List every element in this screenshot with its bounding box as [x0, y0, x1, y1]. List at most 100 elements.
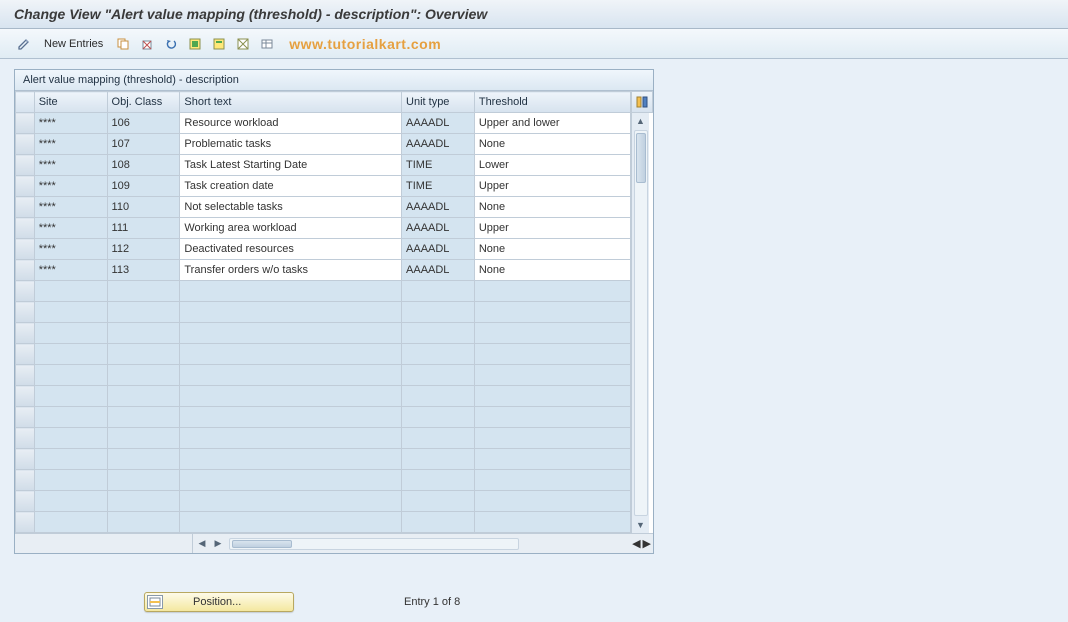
column-config-icon[interactable] — [631, 91, 653, 113]
row-selector[interactable] — [16, 281, 35, 302]
col-threshold[interactable]: Threshold — [474, 92, 630, 113]
scroll-left2-icon[interactable]: ◀ — [632, 537, 640, 550]
cell-short-text[interactable]: Resource workload — [180, 113, 402, 134]
cell-site: **** — [34, 134, 107, 155]
row-selector[interactable] — [16, 323, 35, 344]
row-selector[interactable] — [16, 239, 35, 260]
scroll-left-icon[interactable]: ◀ — [195, 537, 209, 551]
cell-obj-class: 107 — [107, 134, 180, 155]
col-unit-type[interactable]: Unit type — [402, 92, 475, 113]
table-row[interactable]: ****113Transfer orders w/o tasksAAAADLNo… — [16, 260, 631, 281]
cell-threshold[interactable]: Upper and lower — [474, 113, 630, 134]
scroll-right-icon[interactable]: ▶ — [211, 537, 225, 551]
cell-threshold[interactable]: Lower — [474, 155, 630, 176]
cell-site — [34, 491, 107, 512]
cell-site: **** — [34, 218, 107, 239]
scroll-down-icon[interactable]: ▼ — [634, 518, 648, 532]
cell-threshold[interactable]: None — [474, 260, 630, 281]
row-selector[interactable] — [16, 218, 35, 239]
table-row[interactable]: ****111Working area workloadAAAADLUpper — [16, 218, 631, 239]
cell-short-text[interactable]: Transfer orders w/o tasks — [180, 260, 402, 281]
table-row[interactable]: ****110Not selectable tasksAAAADLNone — [16, 197, 631, 218]
scroll-up-icon[interactable]: ▲ — [634, 114, 648, 128]
cell-unit-type — [402, 386, 475, 407]
row-selector[interactable] — [16, 491, 35, 512]
row-selector[interactable] — [16, 344, 35, 365]
cell-obj-class: 112 — [107, 239, 180, 260]
cell-obj-class: 108 — [107, 155, 180, 176]
hscroll-thumb[interactable] — [232, 540, 292, 548]
cell-short-text — [180, 470, 402, 491]
cell-short-text[interactable]: Deactivated resources — [180, 239, 402, 260]
hscroll-track[interactable] — [229, 538, 519, 550]
table-row[interactable]: ****109Task creation dateTIMEUpper — [16, 176, 631, 197]
cell-short-text[interactable]: Working area workload — [180, 218, 402, 239]
horizontal-scrollbar[interactable]: ◀ ▶ — [193, 534, 523, 553]
cell-threshold[interactable]: None — [474, 134, 630, 155]
scroll-right2-icon[interactable]: ▶ — [643, 537, 651, 550]
table-row-empty[interactable] — [16, 491, 631, 512]
row-selector[interactable] — [16, 260, 35, 281]
copy-as-icon[interactable] — [113, 34, 133, 54]
cell-threshold[interactable]: None — [474, 197, 630, 218]
table-row-empty[interactable] — [16, 407, 631, 428]
row-selector[interactable] — [16, 113, 35, 134]
position-button[interactable]: Position... — [144, 592, 294, 612]
table-row[interactable]: ****108Task Latest Starting DateTIMELowe… — [16, 155, 631, 176]
undo-icon[interactable] — [161, 34, 181, 54]
page-title: Change View "Alert value mapping (thresh… — [0, 0, 1068, 29]
cell-short-text[interactable]: Task Latest Starting Date — [180, 155, 402, 176]
cell-threshold — [474, 449, 630, 470]
row-selector[interactable] — [16, 428, 35, 449]
select-all-icon[interactable] — [185, 34, 205, 54]
col-obj-class[interactable]: Obj. Class — [107, 92, 180, 113]
row-selector[interactable] — [16, 407, 35, 428]
table-settings-icon[interactable] — [257, 34, 277, 54]
row-selector[interactable] — [16, 176, 35, 197]
new-entries-button[interactable]: New Entries — [38, 36, 109, 52]
row-selector[interactable] — [16, 197, 35, 218]
cell-threshold[interactable]: None — [474, 239, 630, 260]
table-row-empty[interactable] — [16, 323, 631, 344]
col-site[interactable]: Site — [34, 92, 107, 113]
table-row-empty[interactable] — [16, 449, 631, 470]
cell-short-text[interactable]: Task creation date — [180, 176, 402, 197]
cell-obj-class — [107, 365, 180, 386]
table-row-empty[interactable] — [16, 302, 631, 323]
col-short-text[interactable]: Short text — [180, 92, 402, 113]
deselect-all-icon[interactable] — [233, 34, 253, 54]
cell-threshold[interactable]: Upper — [474, 218, 630, 239]
table-row-empty[interactable] — [16, 470, 631, 491]
cell-short-text[interactable]: Problematic tasks — [180, 134, 402, 155]
table-row[interactable]: ****106Resource workloadAAAADLUpper and … — [16, 113, 631, 134]
table-row-empty[interactable] — [16, 365, 631, 386]
row-selector[interactable] — [16, 512, 35, 533]
table-row-empty[interactable] — [16, 281, 631, 302]
cell-obj-class: 110 — [107, 197, 180, 218]
cell-threshold[interactable]: Upper — [474, 176, 630, 197]
cell-site — [34, 344, 107, 365]
scroll-thumb[interactable] — [636, 133, 646, 183]
row-selector[interactable] — [16, 449, 35, 470]
row-selector[interactable] — [16, 470, 35, 491]
select-block-icon[interactable] — [209, 34, 229, 54]
cell-short-text[interactable]: Not selectable tasks — [180, 197, 402, 218]
row-selector[interactable] — [16, 134, 35, 155]
row-selector[interactable] — [16, 386, 35, 407]
scroll-track[interactable] — [634, 130, 648, 516]
table-row-empty[interactable] — [16, 512, 631, 533]
row-selector[interactable] — [16, 302, 35, 323]
cell-obj-class — [107, 281, 180, 302]
row-selector[interactable] — [16, 365, 35, 386]
cell-threshold — [474, 281, 630, 302]
row-selector-header[interactable] — [16, 92, 35, 113]
table-row-empty[interactable] — [16, 344, 631, 365]
delete-icon[interactable] — [137, 34, 157, 54]
toggle-display-change-icon[interactable] — [14, 34, 34, 54]
table-row-empty[interactable] — [16, 386, 631, 407]
row-selector[interactable] — [16, 155, 35, 176]
table-row-empty[interactable] — [16, 428, 631, 449]
vertical-scrollbar[interactable]: ▲ ▼ — [631, 113, 649, 533]
table-row[interactable]: ****107Problematic tasksAAAADLNone — [16, 134, 631, 155]
table-row[interactable]: ****112Deactivated resourcesAAAADLNone — [16, 239, 631, 260]
